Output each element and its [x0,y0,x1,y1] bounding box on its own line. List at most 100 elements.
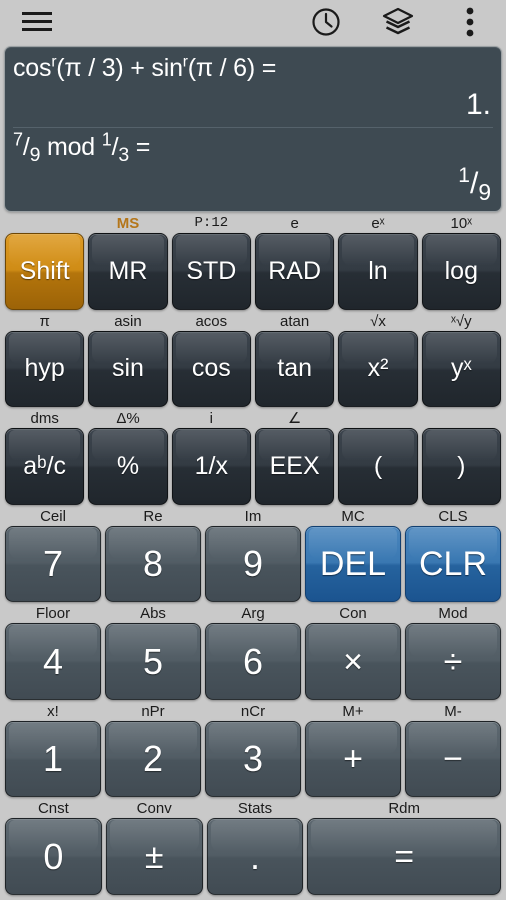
key-label: aᵇ/ᴄ [23,451,67,480]
key-minus[interactable]: − [405,720,501,798]
shift-label-10: 10ˣ [450,215,473,232]
key-cell: nPr 2 [103,703,203,801]
key-4[interactable]: 4 [5,623,101,700]
key-cell: Con × [303,605,403,703]
key-6[interactable]: 6 [205,623,301,700]
shift-label-key [338,410,417,428]
key-divide[interactable]: ÷ [405,623,501,700]
key-7[interactable]: 7 [5,525,101,603]
layers-icon[interactable] [376,2,420,42]
shift-label-x: x! [47,702,59,720]
key-label: 2 [142,738,164,780]
key-del[interactable]: DEL [305,525,401,603]
shift-label-asin: asin [114,312,142,330]
key-cell: 10ˣ log [420,215,503,313]
shift-label-e: eˣ [371,215,385,232]
calculator-app: cosr(π / 3) + sinr(π / 6) = 1. 7/9 mod 1… [0,0,506,900]
key-cos[interactable]: cos [171,330,251,408]
key-hyp[interactable]: hyp [5,330,85,408]
key-x-squared[interactable]: x² [338,330,418,408]
key-a[interactable]: aᵇ/ᴄ [5,428,85,505]
key-label: yˣ [450,354,472,383]
shift-label-m: M+ [342,702,364,720]
shift-label-floor: Floor [35,605,71,623]
key-open-paren[interactable]: ( [338,428,418,505]
key-cell: ˣ√y yˣ [420,313,503,411]
key-label: 6 [242,640,264,682]
key-label: − [443,740,463,779]
key-cell: √x x² [336,313,419,411]
key-cell: P:12 STD [170,215,253,313]
shift-label-arg: Arg [241,605,265,623]
calculator-display[interactable]: cosr(π / 3) + sinr(π / 6) = 1. 7/9 mod 1… [4,46,502,212]
key-label: ln [368,256,388,285]
key-eex[interactable]: EEX [254,428,335,505]
key-label: + [343,740,363,779]
key-cell: ) [420,410,503,508]
display-area: cosr(π / 3) + sinr(π / 6) = 1. 7/9 mod 1… [0,44,506,215]
key-y-to-x[interactable]: yˣ [421,330,501,408]
key-multiply[interactable]: × [305,623,401,700]
keypad-row: x! 1 nPr 2 nCr 3 M+ + M- − [3,703,503,801]
key-plus-minus[interactable]: ± [105,818,203,896]
shift-label-con: Con [339,605,367,623]
key-mr[interactable]: MR [88,233,168,310]
key-label: hyp [24,354,65,383]
key-label: x² [367,354,389,383]
shift-label-key: ∠ [287,410,302,428]
key-plus[interactable]: + [305,720,401,798]
key-label: ± [144,837,164,876]
key-5[interactable]: 5 [105,623,201,700]
key-3[interactable]: 3 [205,720,301,798]
key-cell: Cnst 0 [3,800,104,898]
key-shift[interactable]: Shift [5,233,85,310]
key-ln[interactable]: ln [338,233,418,310]
key-1[interactable]: 1 [5,720,101,798]
key-reciprocal[interactable]: 1/x [171,428,251,505]
shift-label-y: ˣ√y [450,312,472,330]
clock-history-icon[interactable] [304,2,348,42]
key-cell: ( [336,410,419,508]
key-cell: acos cos [170,313,253,411]
key-cell: π hyp [3,313,86,411]
key-sin[interactable]: sin [88,330,168,408]
shift-label-m: M- [444,702,462,720]
key-9[interactable]: 9 [205,525,301,603]
key-cell: Arg 6 [203,605,303,703]
shift-label-conv: Conv [136,800,172,818]
key-rad[interactable]: RAD [254,233,335,310]
hamburger-menu-icon[interactable] [14,2,70,42]
key-tan[interactable]: tan [254,330,335,408]
keypad-row: dms aᵇ/ᴄ Δ%% i 1/x ∠ EEX () [3,410,503,508]
key-cell: Ceil 7 [3,508,103,606]
key-clr[interactable]: CLR [405,525,501,603]
key-cell: M+ + [303,703,403,801]
overflow-menu-icon[interactable] [448,2,492,42]
key-cell: asin sin [86,313,169,411]
key-equals[interactable]: = [307,818,501,896]
keypad-row: Shift MS MR P:12 STD e RAD eˣ ln 10ˣ log [3,215,503,313]
key-label: Shift [19,256,70,285]
key-std[interactable]: STD [171,233,251,310]
keypad: Shift MS MR P:12 STD e RAD eˣ ln 10ˣ log π hyp asin si… [0,215,506,900]
history-entry[interactable]: cosr(π / 3) + sinr(π / 6) = 1. [13,51,493,125]
shift-label-ms: MS [116,215,140,232]
key-0[interactable]: 0 [5,818,102,896]
key-decimal[interactable]: . [206,818,304,896]
history-entry[interactable]: 7/9 mod 1/3 = 1/9 [13,127,493,204]
key-cell: Re 8 [103,508,203,606]
key-percent[interactable]: % [88,428,168,505]
key-label: log [444,256,478,285]
entry-result: 1/9 [458,164,491,205]
key-log[interactable]: log [421,233,501,310]
shift-label-acos: acos [195,312,228,330]
key-cell: eˣ ln [336,215,419,313]
key-label: 4 [42,640,64,682]
entry-result: 1. [465,88,491,121]
key-8[interactable]: 8 [105,525,201,603]
key-cell: Δ%% [86,410,169,508]
key-2[interactable]: 2 [105,720,201,798]
key-close-paren[interactable]: ) [421,428,501,505]
key-cell: Mod ÷ [403,605,503,703]
shift-label-im: Im [244,507,262,525]
